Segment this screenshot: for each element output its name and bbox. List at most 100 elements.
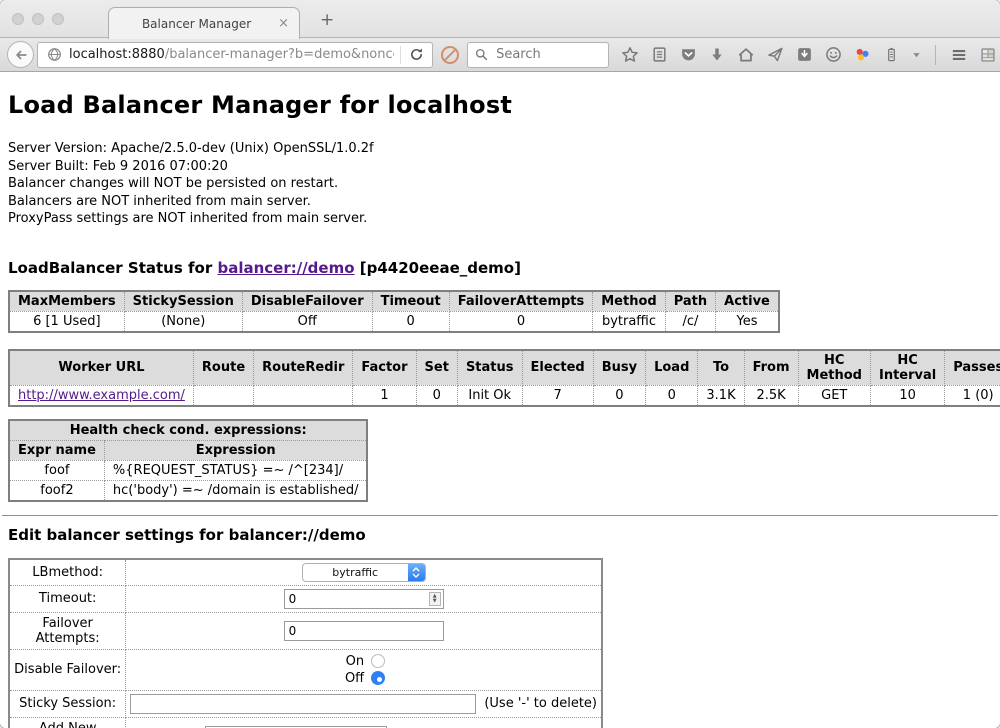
balancer-demo-link[interactable]: balancer://demo xyxy=(217,259,354,277)
page-title: Load Balancer Manager for localhost xyxy=(8,91,992,119)
failover-attempts-input[interactable] xyxy=(284,621,444,641)
apps-grid-icon[interactable] xyxy=(979,46,997,64)
pocket-icon[interactable] xyxy=(679,46,697,64)
bookmark-star-icon[interactable] xyxy=(621,46,639,64)
col-load: Load xyxy=(646,350,698,386)
off-label: Off xyxy=(340,671,364,686)
downloads-icon[interactable] xyxy=(708,46,726,64)
edit-settings-heading: Edit balancer settings for balancer://de… xyxy=(8,526,992,544)
failover-attempts-label: Failover Attempts: xyxy=(9,612,126,649)
edit-balancer-form: LBmethod: bytraffic Timeout: xyxy=(8,558,603,728)
cell-disablefailover: Off xyxy=(242,311,372,332)
col-hc-method: HC Method xyxy=(798,350,870,386)
minimize-window-button[interactable] xyxy=(32,13,44,25)
send-tab-icon[interactable] xyxy=(766,46,784,64)
balancers-notice-line: Balancers are NOT inherited from main se… xyxy=(8,193,992,211)
col-hc-interval: HC Interval xyxy=(870,350,944,386)
bookmarks-list-icon[interactable] xyxy=(650,46,668,64)
cell-expression: hc('body') =~ /domain is established/ xyxy=(104,480,367,501)
health-header-row: Expr name Expression xyxy=(9,440,367,460)
overflow-caret-icon[interactable] xyxy=(911,46,921,64)
on-label: On xyxy=(340,654,364,669)
number-stepper-icon[interactable]: ▲▼ xyxy=(429,592,441,606)
failover-attempts-row: Failover Attempts: xyxy=(9,612,602,649)
lbmethod-label: LBmethod: xyxy=(9,559,126,586)
search-input[interactable] xyxy=(494,46,602,63)
timeout-label: Timeout: xyxy=(9,585,126,612)
col-status: Status xyxy=(457,350,522,386)
sticky-session-row: Sticky Session: (Use '-' to delete) xyxy=(9,690,602,717)
cell-expr-name: foof xyxy=(9,460,104,480)
frame-download-icon[interactable] xyxy=(795,46,813,64)
cell-expression: %{REQUEST_STATUS} =~ /^[234]/ xyxy=(104,460,367,480)
cell-active: Yes xyxy=(716,311,779,332)
globe-icon xyxy=(45,46,63,64)
lbmethod-selected-value: bytraffic xyxy=(303,564,408,581)
col-failoverattempts: FailoverAttempts xyxy=(449,291,593,312)
sticky-session-input[interactable] xyxy=(130,694,476,714)
col-active: Active xyxy=(716,291,779,312)
col-maxmembers: MaxMembers xyxy=(9,291,124,312)
toolbar-divider xyxy=(935,45,936,65)
cell-failoverattempts: 0 xyxy=(449,311,593,332)
col-method: Method xyxy=(593,291,665,312)
worker-url-link[interactable]: http://www.example.com/ xyxy=(18,388,185,403)
worker-table: Worker URL Route RouteRedir Factor Set S… xyxy=(8,349,1000,407)
timeout-input[interactable] xyxy=(284,589,444,609)
navigation-toolbar: localhost:8880/balancer-manager?b=demo&n… xyxy=(0,38,1000,72)
lbmethod-select[interactable]: bytraffic xyxy=(302,563,426,582)
url-text[interactable]: localhost:8880/balancer-manager?b=demo&n… xyxy=(69,47,394,62)
cell-passes: 1 (0) xyxy=(945,385,1000,406)
disable-failover-on-radio[interactable] xyxy=(371,654,385,668)
feedback-smiley-icon[interactable] xyxy=(824,46,842,64)
cell-expr-name: foof2 xyxy=(9,480,104,501)
close-window-button[interactable] xyxy=(12,13,24,25)
cell-hc-interval: 10 xyxy=(870,385,944,406)
disable-failover-label: Disable Failover: xyxy=(9,649,126,690)
adblock-icon[interactable] xyxy=(439,44,461,66)
menu-hamburger-icon[interactable] xyxy=(950,46,968,64)
cell-to: 3.1K xyxy=(698,385,744,406)
status-heading-suffix: [p4420eeae_demo] xyxy=(355,259,521,277)
tab-bar: Balancer Manager × + xyxy=(0,0,1000,38)
col-expression: Expression xyxy=(104,440,367,460)
col-from: From xyxy=(744,350,798,386)
home-icon[interactable] xyxy=(737,46,755,64)
col-to: To xyxy=(698,350,744,386)
loadbalancer-status-heading: LoadBalancer Status for balancer://demo … xyxy=(8,259,992,277)
cell-from: 2.5K xyxy=(744,385,798,406)
colorzilla-icon[interactable] xyxy=(853,46,871,64)
balancer-status-table: MaxMembers StickySession DisableFailover… xyxy=(8,290,780,333)
col-stickysession: StickySession xyxy=(124,291,242,312)
tab-balancer-manager[interactable]: Balancer Manager × xyxy=(108,7,300,39)
server-built-line: Server Built: Feb 9 2016 07:00:20 xyxy=(8,158,992,176)
zoom-window-button[interactable] xyxy=(52,13,64,25)
url-host: localhost:8880 xyxy=(69,47,165,62)
battery-icon[interactable] xyxy=(882,46,900,64)
add-worker-row: Add New Worker: Are you sure? xyxy=(9,717,602,728)
window-controls xyxy=(12,13,64,25)
col-path: Path xyxy=(665,291,715,312)
health-row-foof: foof %{REQUEST_STATUS} =~ /^[234]/ xyxy=(9,460,367,480)
tab-close-icon[interactable]: × xyxy=(276,16,291,31)
disable-failover-off-radio[interactable] xyxy=(371,671,385,685)
status-heading-prefix: LoadBalancer Status for xyxy=(8,259,217,277)
url-path: /balancer-manager?b=demo&nonce=decc37be-… xyxy=(165,47,394,62)
col-busy: Busy xyxy=(593,350,645,386)
reload-icon[interactable] xyxy=(407,46,425,64)
sticky-session-hint: (Use '-' to delete) xyxy=(484,696,597,711)
lbmethod-row: LBmethod: bytraffic xyxy=(9,559,602,586)
cell-hc-method: GET xyxy=(798,385,870,406)
add-worker-label: Add New Worker: xyxy=(9,717,126,728)
new-tab-button[interactable]: + xyxy=(312,10,342,30)
col-set: Set xyxy=(416,350,457,386)
url-bar[interactable]: localhost:8880/balancer-manager?b=demo&n… xyxy=(37,42,433,68)
col-worker-url: Worker URL xyxy=(9,350,193,386)
cell-worker-url: http://www.example.com/ xyxy=(9,385,193,406)
col-elected: Elected xyxy=(522,350,593,386)
balancer-status-header-row: MaxMembers StickySession DisableFailover… xyxy=(9,291,779,312)
back-button[interactable] xyxy=(7,41,34,68)
sticky-session-label: Sticky Session: xyxy=(9,690,126,717)
search-bar xyxy=(467,42,609,68)
server-version-line: Server Version: Apache/2.5.0-dev (Unix) … xyxy=(8,140,992,158)
